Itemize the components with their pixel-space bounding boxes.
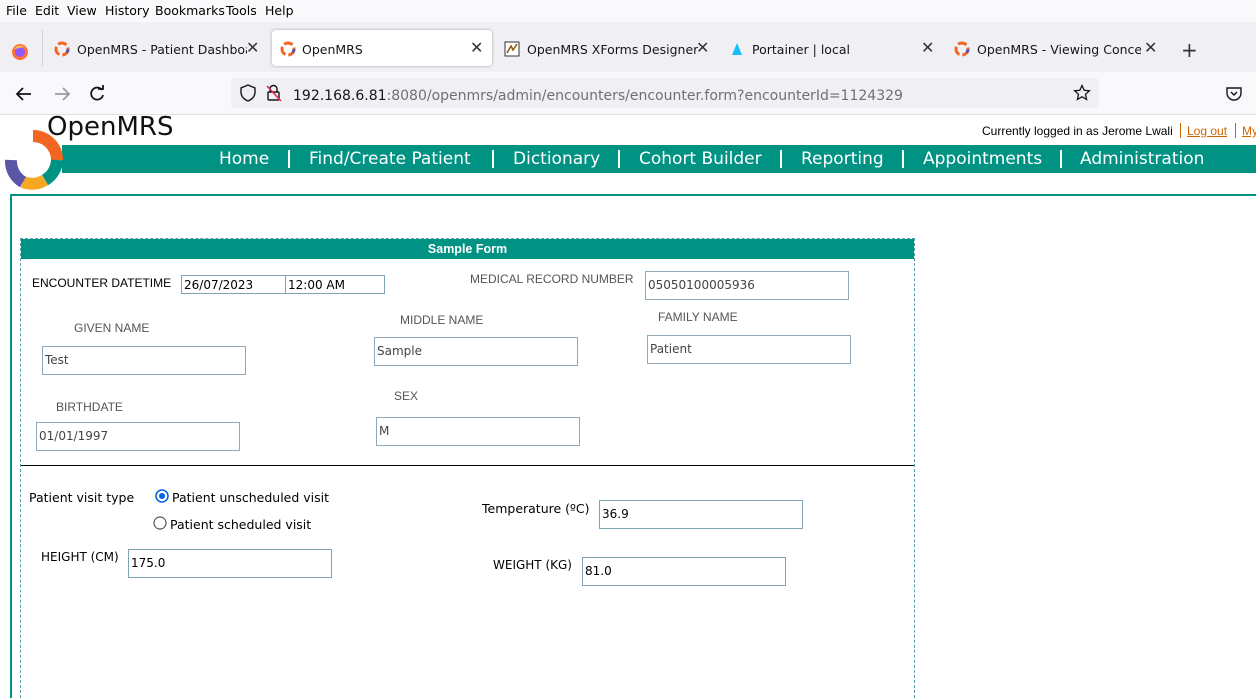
tab-patient-dashboard[interactable]: OpenMRS - Patient Dashboard ✕ xyxy=(54,30,264,66)
middle-name-label: MIDDLE NAME xyxy=(400,313,484,327)
nav-separator xyxy=(492,150,494,168)
menu-file[interactable]: File xyxy=(6,3,27,18)
menu-edit[interactable]: Edit xyxy=(35,3,59,18)
logo-text: OpenMRS xyxy=(47,112,174,142)
given-name-field[interactable]: Test xyxy=(42,346,246,375)
url-host: 192.168.6.81 xyxy=(293,88,387,104)
reload-icon[interactable] xyxy=(87,84,107,104)
height-field[interactable]: 175.0 xyxy=(128,549,332,578)
shield-icon[interactable] xyxy=(239,84,257,102)
nav-dictionary[interactable]: Dictionary xyxy=(513,149,600,169)
close-icon[interactable]: ✕ xyxy=(1144,38,1157,57)
openmrs-favicon-icon xyxy=(54,41,70,57)
tab-label: Portainer | local xyxy=(752,42,850,57)
back-arrow-icon[interactable] xyxy=(14,85,34,103)
form-title: Sample Form xyxy=(21,239,914,259)
family-name-field[interactable]: Patient xyxy=(647,335,851,364)
weight-field[interactable]: 81.0 xyxy=(582,557,786,586)
nav-separator xyxy=(780,150,782,168)
mrn-field[interactable]: 05050100005936 xyxy=(645,271,849,300)
url-text[interactable]: 192.168.6.81:8080/openmrs/admin/encounte… xyxy=(293,85,903,104)
section-divider xyxy=(21,465,914,466)
close-icon[interactable]: ✕ xyxy=(696,38,709,57)
new-tab-icon[interactable]: + xyxy=(1181,38,1198,62)
family-name-label: FAMILY NAME xyxy=(658,310,738,324)
menu-tools[interactable]: Tools xyxy=(226,3,257,18)
encounter-time-field[interactable]: 12:00 AM xyxy=(285,275,385,294)
height-label: HEIGHT (CM) xyxy=(41,550,119,564)
tab-label: OpenMRS xyxy=(302,42,363,57)
nav-separator xyxy=(288,150,290,168)
encounter-date-field[interactable]: 26/07/2023 xyxy=(181,275,286,294)
insecure-lock-icon[interactable] xyxy=(265,84,283,102)
middle-name-field[interactable]: Sample xyxy=(374,337,578,366)
openmrs-favicon-icon xyxy=(280,41,296,57)
radio-unscheduled-checked[interactable] xyxy=(155,489,169,503)
radio-scheduled[interactable] xyxy=(153,516,167,530)
menu-history[interactable]: History xyxy=(105,3,149,18)
close-icon[interactable]: ✕ xyxy=(921,38,934,57)
tab-xforms-designer[interactable]: OpenMRS XForms Designer ✕ xyxy=(504,30,714,66)
tab-strip: OpenMRS - Patient Dashboard ✕ OpenMRS ✕ … xyxy=(0,22,1256,72)
firefox-icon[interactable] xyxy=(11,43,29,61)
birthdate-field[interactable]: 01/01/1997 xyxy=(36,422,240,451)
portainer-favicon-icon xyxy=(732,43,742,55)
close-icon[interactable]: ✕ xyxy=(246,38,259,57)
nav-separator xyxy=(618,150,620,168)
nav-separator xyxy=(1060,150,1062,168)
mrn-label: MEDICAL RECORD NUMBER xyxy=(470,272,634,286)
temperature-field[interactable]: 36.9 xyxy=(599,500,803,529)
birthdate-label: BIRTHDATE xyxy=(56,400,123,414)
sex-label: SEX xyxy=(394,389,419,403)
tab-label: OpenMRS - Patient Dashboard xyxy=(77,42,247,57)
tab-label: OpenMRS - Viewing Concept P xyxy=(977,42,1141,57)
nav-cohort-builder[interactable]: Cohort Builder xyxy=(639,149,762,169)
my-profile-link[interactable]: My xyxy=(1242,124,1256,138)
nav-find-create-patient[interactable]: Find/Create Patient xyxy=(309,149,471,169)
temperature-label: Temperature (ºC) xyxy=(482,501,590,516)
openmrs-favicon-icon xyxy=(954,41,970,57)
logout-link[interactable]: Log out xyxy=(1187,124,1227,138)
bookmark-star-icon[interactable] xyxy=(1073,84,1091,102)
tab-portainer[interactable]: Portainer | local ✕ xyxy=(729,30,939,66)
form-container xyxy=(20,238,915,698)
menu-view[interactable]: View xyxy=(67,3,97,18)
pocket-icon[interactable] xyxy=(1225,85,1243,103)
menu-bookmarks[interactable]: Bookmarks xyxy=(155,3,225,18)
url-bar[interactable]: 192.168.6.81:8080/openmrs/admin/encounte… xyxy=(231,78,1099,108)
menu-help[interactable]: Help xyxy=(265,3,294,18)
xforms-favicon-icon xyxy=(504,41,520,57)
encounter-datetime-label: ENCOUNTER DATETIME xyxy=(32,276,172,290)
close-icon[interactable]: ✕ xyxy=(470,38,483,57)
nav-appointments[interactable]: Appointments xyxy=(923,149,1042,169)
logged-in-text: Currently logged in as Jerome Lwali xyxy=(982,124,1173,138)
nav-reporting[interactable]: Reporting xyxy=(801,149,884,169)
tab-openmrs[interactable]: OpenMRS ✕ xyxy=(272,30,492,66)
nav-separator xyxy=(902,150,904,168)
menu-bar: File Edit View History Bookmarks Tools H… xyxy=(0,0,1256,22)
url-path: :8080/openmrs/admin/encounters/encounter… xyxy=(386,88,903,104)
nav-administration[interactable]: Administration xyxy=(1080,149,1204,169)
forward-arrow-icon[interactable] xyxy=(52,85,72,103)
visit-option-unscheduled[interactable]: Patient unscheduled visit xyxy=(172,490,329,505)
sex-field[interactable]: M xyxy=(376,417,580,446)
tab-divider xyxy=(42,30,43,66)
weight-label: WEIGHT (KG) xyxy=(493,558,572,572)
visit-type-label: Patient visit type xyxy=(29,490,135,505)
tab-label: OpenMRS XForms Designer xyxy=(527,42,699,57)
header-separator xyxy=(1180,123,1181,138)
nav-home[interactable]: Home xyxy=(219,149,269,169)
tab-viewing-concept[interactable]: OpenMRS - Viewing Concept P ✕ xyxy=(954,30,1164,66)
visit-option-scheduled[interactable]: Patient scheduled visit xyxy=(170,517,311,532)
header-separator xyxy=(1235,123,1236,138)
given-name-label: GIVEN NAME xyxy=(74,321,150,335)
